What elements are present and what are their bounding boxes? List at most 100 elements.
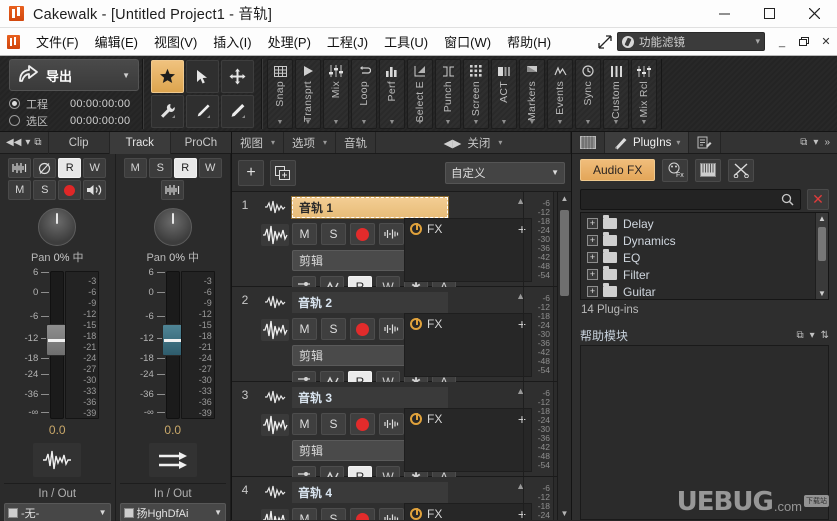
menu-view[interactable]: 视图(V) [146,29,205,54]
track-waveform-button[interactable] [261,224,289,246]
scroll-down-arrow-icon[interactable]: ▼ [558,509,571,518]
chevron-down-icon[interactable]: ▼ [214,508,222,517]
search-input[interactable] [587,193,781,205]
tab-media-browser[interactable] [572,132,605,153]
menu-insert[interactable]: 插入(I) [205,29,259,54]
toolbar-module-transprt[interactable]: Transprt ▼ [295,59,321,129]
menu-edit[interactable]: 编辑(E) [87,29,146,54]
scrollbar-thumb[interactable] [560,210,569,296]
mute-button[interactable]: M [123,158,147,178]
power-icon[interactable] [410,413,422,425]
chevron-down-icon[interactable]: ▼ [529,119,536,126]
track-name-field[interactable]: 音轨 1 [291,196,449,219]
track-fx-rack[interactable]: FX + [404,218,532,282]
chevron-down-icon[interactable]: ▼ [417,119,424,126]
expand-icon[interactable]: + [587,218,598,229]
dock-icon[interactable]: ⧉ [796,330,803,341]
inspector-tab-track[interactable]: Track [108,131,170,154]
input-echo-button[interactable] [379,223,404,245]
write-automation-button[interactable]: W [198,158,222,178]
track-name-field[interactable]: 音轨 2 [292,292,448,313]
solo-button[interactable]: S [33,180,57,200]
plugin-category-row[interactable]: + Dynamics [581,232,828,249]
power-icon[interactable] [410,318,422,330]
scrollbar-thumb[interactable] [818,227,826,261]
record-arm-button[interactable] [350,223,375,245]
chevron-down-icon[interactable]: ▾ [676,138,680,147]
clear-fx-button[interactable] [728,158,755,182]
track-row[interactable]: 2音轨 2MS剪辑▼RW✱A▲FX+-6-12-18-24-30-36-42-4… [232,287,571,392]
chevron-down-icon[interactable]: ▼ [277,119,284,126]
inspector-nav[interactable]: ◀◀ ▾ ⧉ [0,137,48,148]
track-fx-rack[interactable]: FX + [404,313,532,377]
toolbar-module-markers[interactable]: Markers ▼ [519,59,545,129]
collapse-right-icon[interactable]: » [824,137,830,148]
tab-notes[interactable] [689,132,722,153]
tv-menu-close[interactable]: ◀▶ 关闭 ▾ [376,132,571,153]
toolbar-module-select-e[interactable]: Select E ▼ [407,59,433,129]
chevron-down-icon[interactable]: ▼ [305,119,312,126]
smart-tool-button[interactable] [151,60,184,93]
toolbar-module-loop[interactable]: Loop ▼ [351,59,377,129]
edit-tool-button[interactable] [151,95,184,128]
function-filter-input[interactable]: 功能滤镜 ▾ [617,32,765,51]
input-echo-button[interactable] [8,158,32,178]
record-arm-button[interactable] [350,413,375,435]
dock-icon[interactable]: ⧉ [34,137,41,148]
export-button[interactable]: 导出 ▼ [9,59,139,91]
mute-button[interactable]: M [292,223,317,245]
solo-button[interactable]: S [321,508,346,520]
pan-knob[interactable] [38,208,77,246]
scroll-down-arrow-icon[interactable]: ▼ [816,289,828,298]
expand-icon[interactable]: + [587,269,598,280]
toolbar-module-events[interactable]: Events ▼ [547,59,573,129]
track-waveform-button[interactable] [261,414,289,436]
plugin-category-row[interactable]: + Filter [581,266,828,283]
read-automation-button[interactable]: R [173,158,197,178]
chevron-down-icon[interactable]: ▼ [99,508,107,517]
midi-fx-button[interactable]: Fx [662,158,689,182]
chevron-down-icon[interactable]: ▾ [813,137,818,148]
menu-tools[interactable]: 工具(U) [376,29,436,54]
track-clip-combo[interactable]: 剪辑▼ [292,345,422,366]
mute-button[interactable]: M [292,508,317,520]
add-track-button[interactable]: + [238,159,264,186]
close-button[interactable] [792,0,837,28]
chevron-down-icon[interactable]: ▼ [445,119,452,126]
track-fx-rack[interactable]: FX + [404,503,532,520]
track-fx-rack[interactable]: FX + [404,408,532,472]
input-echo-button[interactable] [161,180,185,200]
instruments-button[interactable] [695,158,722,182]
plugin-category-list[interactable]: + Delay + Dynamics + EQ + Filter + Guitar ▲ ▼ [580,212,829,300]
toolbar-module-screen[interactable]: Screen ▼ [463,59,489,129]
input-select[interactable]: 扬HghDfAi ▼ [119,503,226,521]
toolbar-module-custom[interactable]: Custom ▼ [603,59,629,129]
power-icon[interactable] [410,223,422,235]
solo-button[interactable]: S [321,318,346,340]
mono-stereo-button[interactable] [83,180,107,200]
toolbar-module-sync[interactable]: Sync ▼ [575,59,601,129]
plugin-search-field[interactable] [580,188,801,210]
record-arm-button[interactable] [350,318,375,340]
solo-button[interactable]: S [321,223,346,245]
chevron-down-icon[interactable]: ▼ [585,119,592,126]
expand-icon[interactable]: + [587,235,598,246]
track-row[interactable]: 1音轨 1MS剪辑▼RW✱A▲FX+-6-12-18-24-30-36-42-4… [232,192,571,297]
interleave-button[interactable] [148,443,197,477]
chevron-down-icon[interactable]: ▼ [613,119,620,126]
mute-button[interactable]: M [292,413,317,435]
mute-button[interactable]: M [8,180,32,200]
chevron-down-icon[interactable]: ▼ [641,119,648,126]
track-preset-combo[interactable]: 自定义 ▼ [445,161,565,184]
menu-project[interactable]: 工程(J) [319,29,376,54]
solo-button[interactable]: S [148,158,172,178]
chevron-down-icon[interactable]: ▾ [755,36,760,47]
plugin-category-row[interactable]: + Delay [581,215,828,232]
chevron-down-icon[interactable]: ▼ [333,119,340,126]
track-waveform-button[interactable] [261,509,289,520]
tv-menu-options[interactable]: 选项 ▾ [284,132,337,153]
pan-control[interactable]: Pan 0% 中 [4,208,111,265]
tv-menu-track[interactable]: 音轨 [336,132,377,153]
waveform-button[interactable] [33,443,82,477]
tab-plugins[interactable]: PlugIns ▾ [605,132,690,153]
